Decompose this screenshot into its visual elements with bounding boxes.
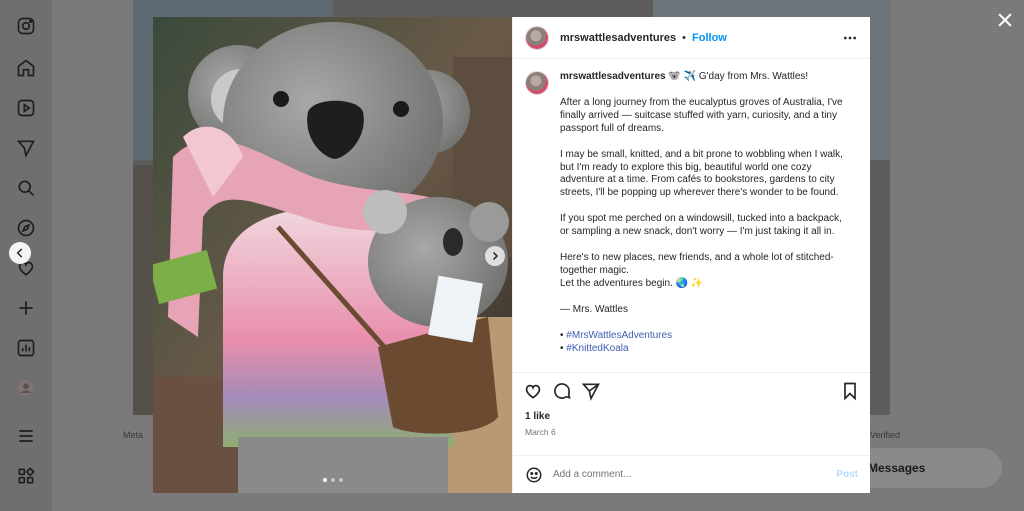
carousel-indicator xyxy=(323,478,343,482)
footer-meta: Meta xyxy=(123,430,144,440)
emoji-icon[interactable] xyxy=(525,466,543,484)
post-header: mrswattlesadventures • Follow xyxy=(513,17,870,59)
close-icon[interactable] xyxy=(995,10,1015,30)
previous-post-button[interactable] xyxy=(9,242,31,264)
carousel-dot xyxy=(339,478,343,482)
caption-paragraph-1: After a long journey from the eucalyptus… xyxy=(560,96,843,134)
carousel-dot xyxy=(331,478,335,482)
more-options-icon[interactable] xyxy=(842,30,858,46)
caption-closing-line-2: Let the adventures begin. 🌏 ✨ xyxy=(560,277,704,289)
chevron-right-icon xyxy=(492,251,499,261)
explore-icon[interactable] xyxy=(16,218,36,238)
share-paper-plane-icon[interactable] xyxy=(581,381,601,401)
bullet: • xyxy=(560,329,564,341)
caption-paragraph-2: I may be small, knitted, and a bit prone… xyxy=(560,148,843,199)
koala-photo xyxy=(153,17,512,493)
header-separator: • xyxy=(682,31,687,44)
messages-icon[interactable] xyxy=(16,138,36,158)
next-image-button[interactable] xyxy=(485,246,505,266)
comment-input[interactable] xyxy=(553,469,837,480)
reels-icon[interactable] xyxy=(16,98,36,118)
comment-bar: Post xyxy=(513,455,870,493)
carousel-dot-active xyxy=(323,478,327,482)
post-comment-button[interactable]: Post xyxy=(836,469,858,480)
caption-username[interactable]: mrswattlesadventures xyxy=(560,71,666,82)
avatar[interactable] xyxy=(525,25,549,50)
hashtag-link[interactable]: #KnittedKoala xyxy=(566,343,628,354)
action-bar xyxy=(513,372,870,408)
hashtag-line: • #KnittedKoala xyxy=(560,343,850,356)
home-icon[interactable] xyxy=(16,58,36,78)
bullet: • xyxy=(560,342,564,354)
likes-count[interactable]: 1 like xyxy=(513,411,870,425)
caption-signature: — Mrs. Wattles xyxy=(560,303,628,315)
hashtag-link[interactable]: #MrsWattlesAdventures xyxy=(566,330,672,341)
post-date: March 6 xyxy=(525,427,556,437)
caption: mrswattlesadventures 🐨 ✈️ G'day from Mrs… xyxy=(560,71,850,372)
caption-closing-line-1: Here's to new places, new friends, and a… xyxy=(560,252,834,276)
caption-avatar[interactable] xyxy=(525,71,549,95)
header-username[interactable]: mrswattlesadventures xyxy=(560,32,676,44)
like-heart-icon[interactable] xyxy=(523,381,543,401)
create-icon[interactable] xyxy=(16,298,36,318)
bookmark-icon[interactable] xyxy=(840,381,860,401)
messages-label: Messages xyxy=(868,461,926,475)
post-modal: mrswattlesadventures • Follow mrswattles… xyxy=(153,17,870,493)
instagram-logo-icon[interactable] xyxy=(16,16,36,36)
post-media xyxy=(153,17,512,493)
comment-bubble-icon[interactable] xyxy=(552,381,572,401)
dashboard-icon[interactable] xyxy=(16,338,36,358)
caption-paragraph-3: If you spot me perched on a windowsill, … xyxy=(560,213,842,238)
search-icon[interactable] xyxy=(16,178,36,198)
hashtag-line: • #MrsWattlesAdventures xyxy=(560,330,850,343)
post-panel: mrswattlesadventures • Follow mrswattles… xyxy=(512,17,870,493)
chevron-left-icon xyxy=(16,248,23,258)
profile-icon[interactable] xyxy=(16,378,36,398)
menu-icon[interactable] xyxy=(16,426,36,446)
caption-first-line: 🐨 ✈️ G'day from Mrs. Wattles! xyxy=(668,71,809,82)
follow-button[interactable]: Follow xyxy=(692,32,727,44)
footer-verified: Verified xyxy=(870,430,901,440)
more-apps-icon[interactable] xyxy=(16,466,36,486)
caption-area: mrswattlesadventures 🐨 ✈️ G'day from Mrs… xyxy=(513,59,870,372)
